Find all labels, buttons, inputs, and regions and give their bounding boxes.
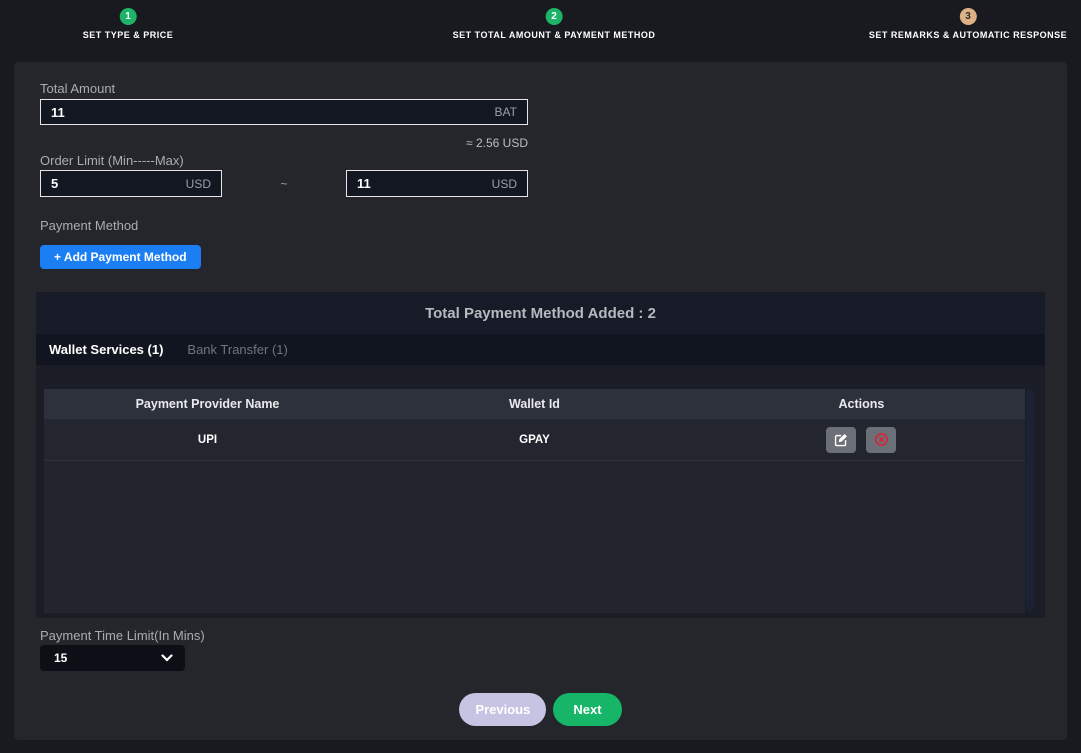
circle-x-icon xyxy=(874,432,889,447)
order-limit-row: USD ~ USD xyxy=(40,170,528,197)
payment-method-label: Payment Method xyxy=(40,218,138,233)
payment-time-limit-label: Payment Time Limit(In Mins) xyxy=(40,628,205,643)
range-separator: ~ xyxy=(222,177,346,191)
payment-methods-panel-title: Total Payment Method Added : 2 xyxy=(36,292,1045,334)
next-button[interactable]: Next xyxy=(553,693,621,726)
payment-time-limit-field: 15 xyxy=(40,645,185,671)
stepper: 1 SET TYPE & PRICE 2 SET TOTAL AMOUNT & … xyxy=(0,0,1081,62)
cell-provider-name: UPI xyxy=(44,419,371,460)
column-provider-name: Payment Provider Name xyxy=(44,389,371,419)
step-2-badge: 2 xyxy=(545,8,562,25)
approx-usd-value: ≈ 2.56 USD xyxy=(40,136,528,150)
edit-payment-button[interactable] xyxy=(826,427,856,453)
stepper-step-3[interactable]: 3 SET REMARKS & AUTOMATIC RESPONSE xyxy=(869,8,1067,40)
cell-wallet-id: GPAY xyxy=(371,419,698,460)
payment-methods-panel: Total Payment Method Added : 2 Wallet Se… xyxy=(36,292,1045,618)
wizard-footer: Previous Next xyxy=(14,693,1067,726)
total-amount-currency: BAT xyxy=(495,105,517,119)
step-2-label: SET TOTAL AMOUNT & PAYMENT METHOD xyxy=(453,30,656,40)
total-amount-label: Total Amount xyxy=(40,81,115,96)
create-offer-page: 1 SET TYPE & PRICE 2 SET TOTAL AMOUNT & … xyxy=(0,0,1081,753)
stepper-step-2[interactable]: 2 SET TOTAL AMOUNT & PAYMENT METHOD xyxy=(453,8,656,40)
total-amount-field: BAT xyxy=(40,99,528,125)
order-limit-min-field: USD xyxy=(40,170,222,197)
order-limit-label: Order Limit (Min-----Max) xyxy=(40,153,184,168)
add-payment-method-button[interactable]: + Add Payment Method xyxy=(40,245,201,269)
step-1-label: SET TYPE & PRICE xyxy=(83,30,174,40)
previous-button[interactable]: Previous xyxy=(459,693,546,726)
payment-time-limit-select[interactable]: 15 xyxy=(40,645,185,671)
total-amount-input[interactable] xyxy=(51,105,495,120)
stepper-step-1[interactable]: 1 SET TYPE & PRICE xyxy=(83,8,174,40)
column-wallet-id: Wallet Id xyxy=(371,389,698,419)
step-3-label: SET REMARKS & AUTOMATIC RESPONSE xyxy=(869,30,1067,40)
order-limit-max-input[interactable] xyxy=(357,176,492,191)
table-row: UPI GPAY xyxy=(44,419,1025,461)
order-limit-max-currency: USD xyxy=(492,177,517,191)
payment-methods-table: Payment Provider Name Wallet Id Actions … xyxy=(44,389,1025,613)
payment-methods-tabs: Wallet Services (1) Bank Transfer (1) xyxy=(36,334,1045,365)
delete-payment-button[interactable] xyxy=(866,427,896,453)
order-limit-min-currency: USD xyxy=(186,177,211,191)
table-scrollbar[interactable] xyxy=(1026,389,1034,611)
edit-icon xyxy=(834,433,848,447)
tab-wallet-services[interactable]: Wallet Services (1) xyxy=(49,342,163,357)
order-limit-min-input[interactable] xyxy=(51,176,186,191)
amount-payment-card: Total Amount BAT ≈ 2.56 USD Order Limit … xyxy=(14,62,1067,740)
step-3-badge: 3 xyxy=(959,8,976,25)
table-header-row: Payment Provider Name Wallet Id Actions xyxy=(44,389,1025,419)
order-limit-max-field: USD xyxy=(346,170,528,197)
column-actions: Actions xyxy=(698,389,1025,419)
tab-bank-transfer[interactable]: Bank Transfer (1) xyxy=(187,342,287,357)
cell-actions xyxy=(698,419,1025,460)
step-1-badge: 1 xyxy=(120,8,137,25)
